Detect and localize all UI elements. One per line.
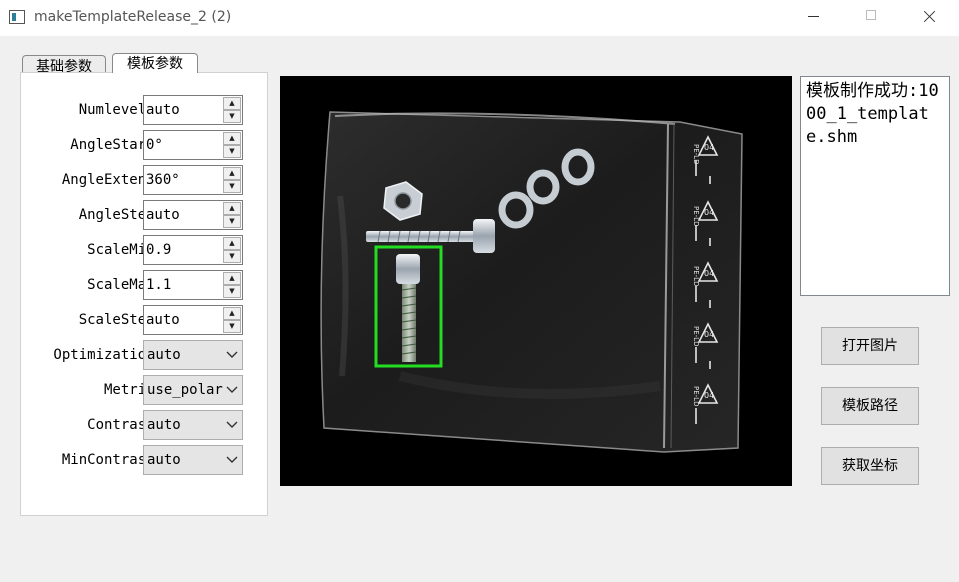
recycle-code-2: 04 (704, 208, 714, 217)
contrast-combobox[interactable]: auto (143, 410, 243, 440)
scalemin-value[interactable]: 0.9 (146, 236, 171, 264)
spin-down-icon[interactable]: ▼ (223, 110, 241, 123)
chevron-down-icon[interactable] (225, 341, 239, 369)
mincontrast-selected: auto (147, 452, 181, 468)
open-image-button[interactable]: 打开图片 (821, 327, 919, 365)
spin-down-icon[interactable]: ▼ (223, 285, 241, 298)
template-path-button[interactable]: 模板路径 (821, 387, 919, 425)
recycle-code-3: 04 (704, 269, 714, 278)
spin-buttons: ▲ ▼ (223, 97, 241, 123)
spin-down-icon[interactable]: ▼ (223, 145, 241, 158)
numlevels-spinbox[interactable]: auto ▲ ▼ (143, 95, 243, 125)
optimization-selected: auto (147, 347, 181, 363)
chevron-down-icon[interactable] (225, 376, 239, 404)
chevron-down-icon[interactable] (225, 446, 239, 474)
scalemax-spinbox[interactable]: 1.1 ▲ ▼ (143, 270, 243, 300)
image-view[interactable]: 04 04 04 04 04 PE-LD PE-LD PE-LD PE-LD P… (280, 76, 792, 486)
param-row: Optimization: auto (21, 340, 267, 370)
spin-buttons: ▲ ▼ (223, 307, 241, 333)
recycle-code-5: 04 (704, 391, 714, 400)
material-label-4: PE-LD (692, 326, 700, 346)
tab-template-params[interactable]: 模板参数 (112, 53, 198, 73)
spin-buttons: ▲ ▼ (223, 167, 241, 193)
spin-up-icon[interactable]: ▲ (223, 237, 241, 250)
spin-buttons: ▲ ▼ (223, 237, 241, 263)
spin-down-icon[interactable]: ▼ (223, 215, 241, 228)
result-text-box[interactable]: 模板制作成功:1000_1_template.shm (800, 76, 950, 296)
recycle-code-4: 04 (704, 330, 714, 339)
metric-selected: use_polar (147, 382, 223, 398)
contrast-selected: auto (147, 417, 181, 433)
title-bar: makeTemplateRelease_2 (2) (0, 0, 959, 36)
material-label-1: PE-LD (692, 144, 700, 164)
param-row: AngleStart: 0° ▲ ▼ (21, 130, 267, 160)
window-title: makeTemplateRelease_2 (2) (34, 9, 232, 25)
spin-down-icon[interactable]: ▼ (223, 180, 241, 193)
spin-up-icon[interactable]: ▲ (223, 167, 241, 180)
template-params-panel: Numlevels: auto ▲ ▼ AngleStart: 0° ▲ ▼ AngleExte… (20, 72, 268, 516)
anglestep-spinbox[interactable]: auto ▲ ▼ (143, 200, 243, 230)
scalemax-value[interactable]: 1.1 (146, 271, 171, 299)
angleextent-spinbox[interactable]: 360° ▲ ▼ (143, 165, 243, 195)
spin-down-icon[interactable]: ▼ (223, 320, 241, 333)
param-row: Metric: use_polar (21, 375, 267, 405)
material-label-5: PE-LD (692, 386, 700, 406)
spin-up-icon[interactable]: ▲ (223, 272, 241, 285)
param-row: ScaleMax: 1.1 ▲ ▼ (21, 270, 267, 300)
param-row: AngleStep: auto ▲ ▼ (21, 200, 267, 230)
material-label-3: PE-LD (692, 266, 700, 286)
chevron-down-icon[interactable] (225, 411, 239, 439)
param-row: MinContrast: auto (21, 445, 267, 475)
anglestart-value[interactable]: 0° (146, 131, 163, 159)
get-coordinates-button[interactable]: 获取坐标 (821, 447, 919, 485)
param-row: Numlevels: auto ▲ ▼ (21, 95, 267, 125)
spin-buttons: ▲ ▼ (223, 132, 241, 158)
anglestep-value[interactable]: auto (146, 201, 180, 229)
param-row: ScaleStep: auto ▲ ▼ (21, 305, 267, 335)
anglestart-spinbox[interactable]: 0° ▲ ▼ (143, 130, 243, 160)
maximize-button[interactable] (848, 0, 894, 32)
spin-buttons: ▲ ▼ (223, 202, 241, 228)
numlevels-value[interactable]: auto (146, 96, 180, 124)
spin-buttons: ▲ ▼ (223, 272, 241, 298)
scalemin-spinbox[interactable]: 0.9 ▲ ▼ (143, 235, 243, 265)
spin-up-icon[interactable]: ▲ (223, 97, 241, 110)
optimization-combobox[interactable]: auto (143, 340, 243, 370)
spin-up-icon[interactable]: ▲ (223, 202, 241, 215)
param-row: ScaleMin: 0.9 ▲ ▼ (21, 235, 267, 265)
param-row: AngleExtent: 360° ▲ ▼ (21, 165, 267, 195)
close-button[interactable] (906, 0, 952, 32)
scalestep-spinbox[interactable]: auto ▲ ▼ (143, 305, 243, 335)
minimize-button[interactable] (790, 0, 836, 32)
angleextent-value[interactable]: 360° (146, 166, 180, 194)
metric-combobox[interactable]: use_polar (143, 375, 243, 405)
app-icon (9, 10, 25, 24)
spin-down-icon[interactable]: ▼ (223, 250, 241, 263)
param-row: Contrast: auto (21, 410, 267, 440)
material-label-2: PE-LD (692, 206, 700, 226)
recycle-code-1: 04 (704, 143, 714, 152)
plastic-bag (320, 111, 743, 453)
spin-up-icon[interactable]: ▲ (223, 132, 241, 145)
image-canvas: 04 04 04 04 04 PE-LD PE-LD PE-LD PE-LD P… (320, 111, 743, 453)
mincontrast-combobox[interactable]: auto (143, 445, 243, 475)
scalestep-value[interactable]: auto (146, 306, 180, 334)
spin-up-icon[interactable]: ▲ (223, 307, 241, 320)
